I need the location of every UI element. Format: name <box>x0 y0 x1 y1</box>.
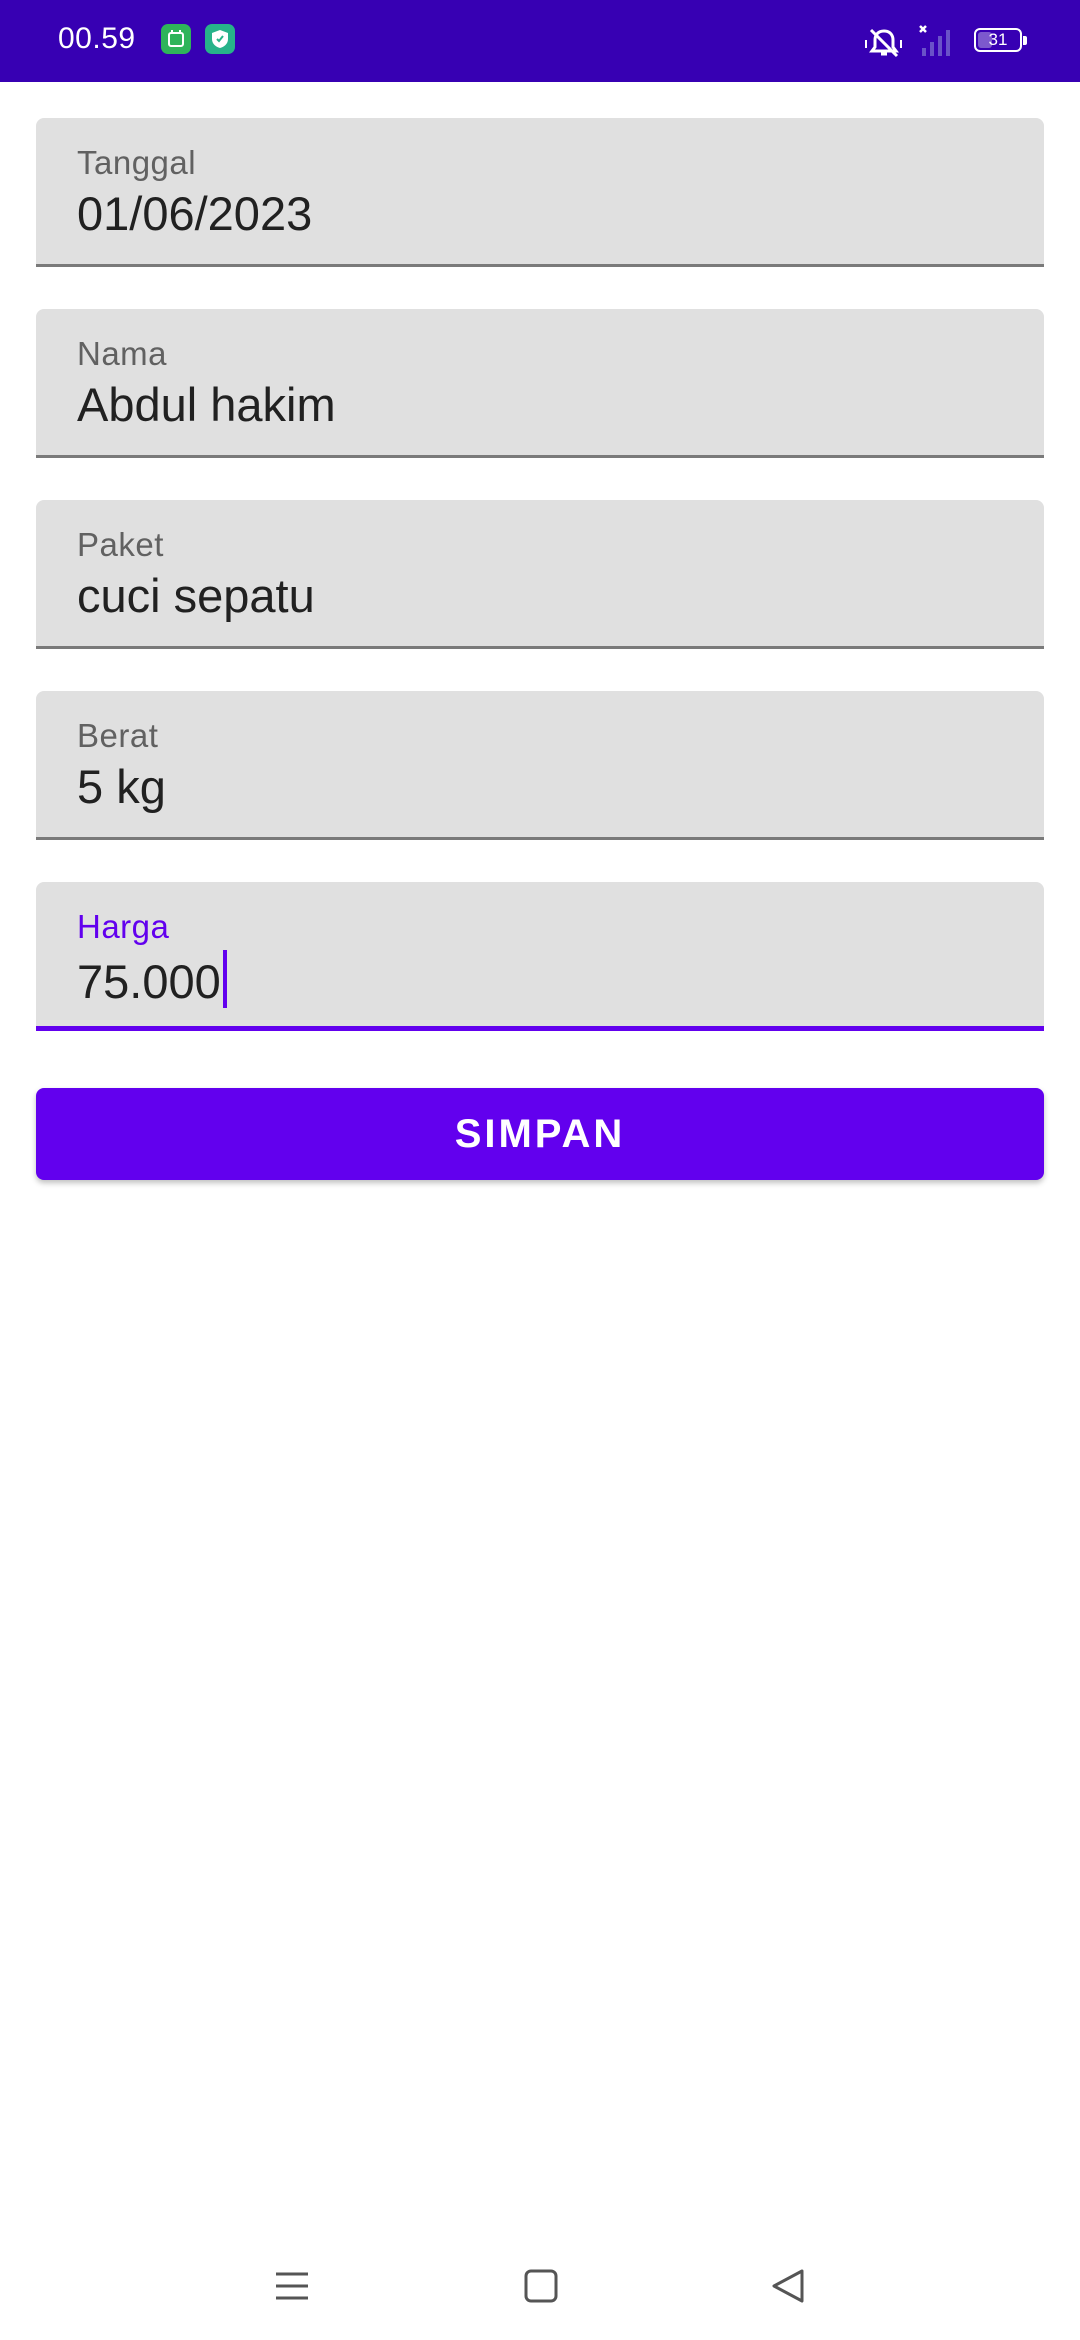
tanggal-input[interactable]: 01/06/2023 <box>77 186 997 241</box>
nama-label: Nama <box>77 335 168 372</box>
save-button[interactable]: SIMPAN <box>36 1088 1044 1180</box>
nama-field[interactable]: Nama Abdul hakim <box>36 309 1044 458</box>
tanggal-label: Tanggal <box>77 144 197 181</box>
berat-input[interactable]: 5 kg <box>77 759 997 814</box>
harga-value: 75.000 <box>77 955 221 1008</box>
menu-icon[interactable] <box>268 2262 316 2310</box>
notification-app-icon <box>161 24 191 54</box>
no-signal-icon <box>919 25 950 56</box>
shield-app-icon <box>205 24 235 54</box>
battery-level: 31 <box>988 30 1008 49</box>
harga-field[interactable]: Harga 75.000 <box>36 882 1044 1031</box>
navigation-bar <box>0 2230 1080 2340</box>
tanggal-field[interactable]: Tanggal 01/06/2023 <box>36 118 1044 267</box>
home-icon[interactable] <box>517 2262 565 2310</box>
harga-input[interactable]: 75.000 <box>77 950 997 1009</box>
status-bar: 00.59 31 <box>0 0 1080 82</box>
nama-input[interactable]: Abdul hakim <box>77 377 997 432</box>
berat-label: Berat <box>77 717 159 754</box>
text-cursor <box>222 950 227 1008</box>
paket-input[interactable]: cuci sepatu <box>77 568 997 623</box>
battery-icon: 31 <box>974 28 1027 52</box>
silent-mode-icon <box>865 28 902 58</box>
laundry-form: Tanggal 01/06/2023 Nama Abdul hakim Pake… <box>36 118 1044 1073</box>
paket-field[interactable]: Paket cuci sepatu <box>36 500 1044 649</box>
paket-label: Paket <box>77 526 164 563</box>
berat-field[interactable]: Berat 5 kg <box>36 691 1044 840</box>
back-icon[interactable] <box>764 2262 812 2310</box>
harga-label: Harga <box>77 908 170 945</box>
status-time: 00.59 <box>58 22 136 55</box>
